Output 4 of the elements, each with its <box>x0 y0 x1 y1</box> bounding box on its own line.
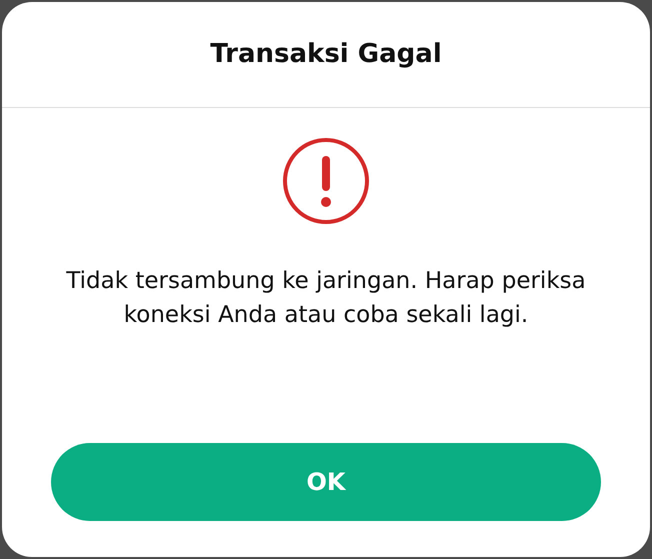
dialog-title: Transaksi Gagal <box>210 38 442 71</box>
ok-button[interactable]: OK <box>51 443 601 521</box>
error-message: Tidak tersambung ke jaringan. Harap periksa koneksi Anda atau coba sekali lagi. <box>65 267 587 330</box>
error-icon <box>281 136 371 226</box>
